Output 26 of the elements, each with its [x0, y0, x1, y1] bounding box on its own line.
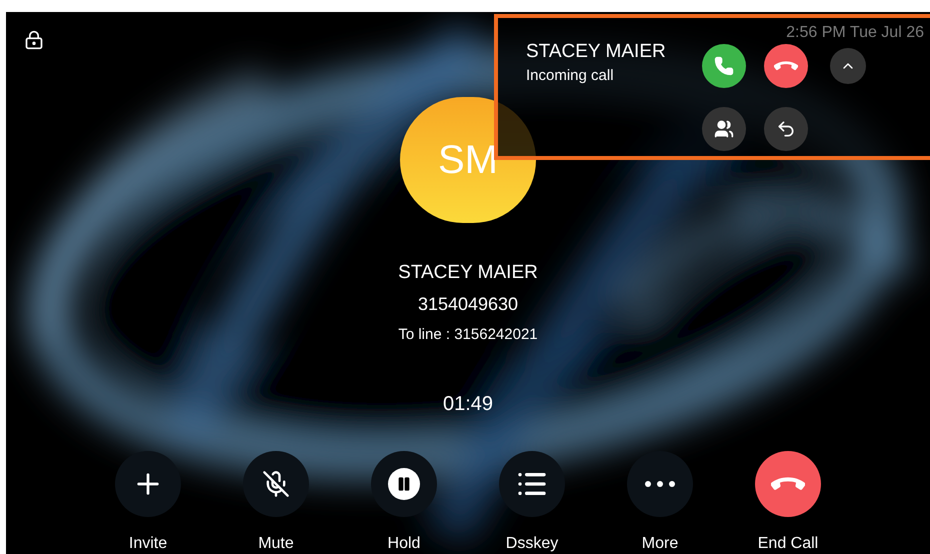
lock-icon [24, 30, 44, 50]
answer-button[interactable] [702, 44, 746, 88]
conference-button[interactable] [702, 107, 746, 151]
status-time: 2:56 PM Tue Jul 26 [786, 24, 924, 42]
caller-number: 3154049630 [418, 293, 518, 316]
hang-up-icon [771, 477, 805, 491]
pause-icon [388, 468, 420, 500]
control-label: Dsskey [506, 534, 558, 554]
redirect-button[interactable] [764, 107, 808, 151]
phone-icon [714, 56, 734, 76]
control-label: Invite [128, 534, 168, 554]
more-icon [645, 481, 675, 487]
call-timer: 01:49 [442, 392, 494, 416]
control-label: More [642, 534, 678, 554]
control-label: Hold [388, 534, 420, 554]
return-arrow-icon [776, 119, 796, 139]
incoming-caller-name: STACEY MAIER [526, 40, 667, 64]
hang-up-icon [774, 61, 798, 71]
control-label: End Call [758, 534, 818, 554]
control-label: Mute [258, 534, 294, 554]
incoming-call-status: Incoming call [526, 66, 615, 86]
muted-microphone-icon [262, 470, 290, 498]
caller-name: STACEY MAIER [398, 261, 538, 285]
reject-button[interactable] [764, 44, 808, 88]
line-number: To line : 3156242021 [398, 325, 538, 345]
group-icon [714, 119, 734, 139]
